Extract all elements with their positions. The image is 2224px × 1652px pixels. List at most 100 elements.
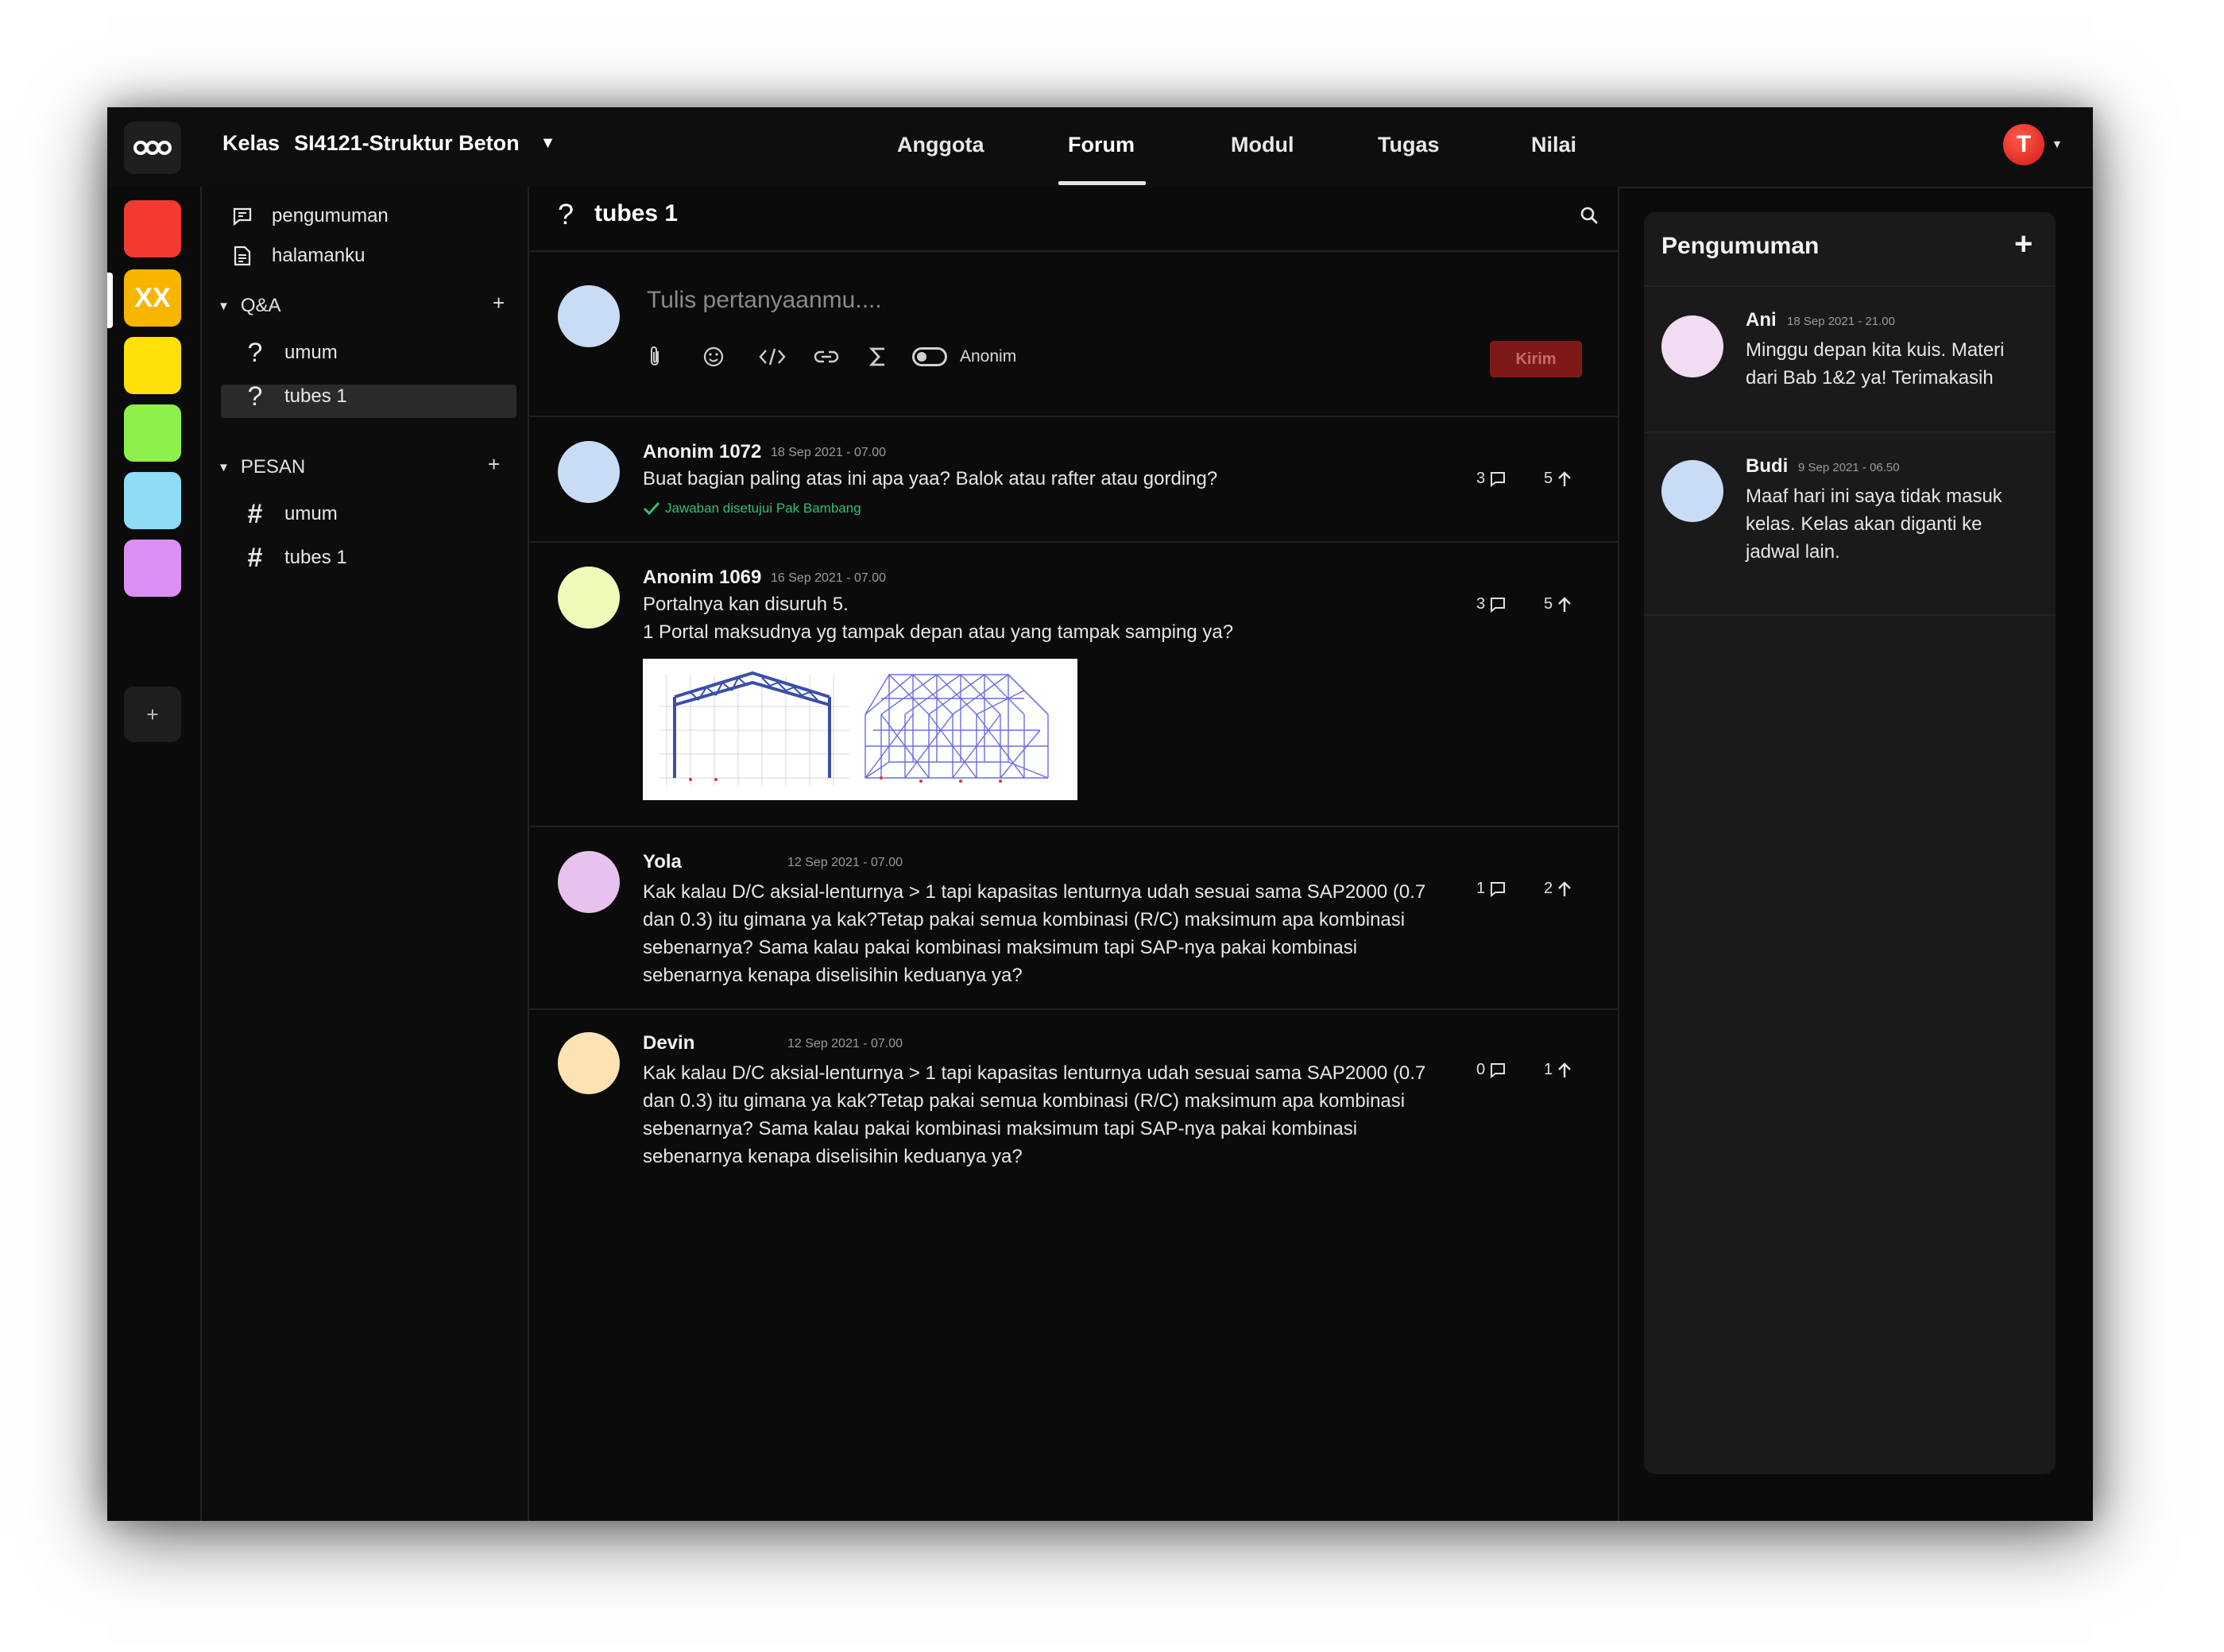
post-body: Buat bagian paling atas ini apa yaa? Bal… <box>643 468 1218 489</box>
avatar <box>558 441 620 503</box>
post-author: Anonim 1072 <box>643 441 762 462</box>
user-avatar[interactable]: T <box>2003 124 2044 165</box>
app-logo[interactable] <box>124 122 181 174</box>
user-menu-chevron-icon[interactable]: ▼ <box>2052 137 2063 150</box>
avatar <box>558 285 620 347</box>
comment-icon <box>1491 471 1506 487</box>
avatar <box>1661 460 1723 522</box>
sidebar-item-label: tubes 1 <box>284 385 347 407</box>
send-button[interactable]: Kirim <box>1490 341 1582 377</box>
announcement-author: Budi <box>1746 455 1789 477</box>
class-tile-red[interactable] <box>124 200 181 257</box>
sidebar-item-pesan-umum[interactable]: # umum <box>243 498 338 529</box>
post-item[interactable]: Devin 12 Sep 2021 - 07.00 Kak kalau D/C … <box>529 1010 1618 1193</box>
class-tile-label: XX <box>134 282 171 313</box>
reply-count-value: 1 <box>1476 880 1486 897</box>
avatar <box>558 1032 620 1094</box>
upvote-count[interactable]: 5 <box>1544 595 1572 613</box>
chevron-down-icon: ▼ <box>540 134 556 152</box>
add-class-button[interactable]: + <box>124 687 181 742</box>
add-pesan-button[interactable]: + <box>488 452 500 477</box>
code-icon[interactable] <box>758 341 814 373</box>
avatar <box>1661 315 1723 377</box>
emoji-icon[interactable] <box>702 341 758 373</box>
class-tile-yellow[interactable] <box>124 337 181 394</box>
comment-icon <box>1491 881 1506 897</box>
sidebar-item-halamanku[interactable]: halamanku <box>230 244 365 268</box>
sidebar-item-qa-umum[interactable]: ? umum <box>243 338 338 368</box>
upvote-count-value: 1 <box>1544 1061 1553 1078</box>
post-item[interactable]: Anonim 1072 18 Sep 2021 - 07.00 Buat bag… <box>529 417 1618 543</box>
post-timestamp: 18 Sep 2021 - 07.00 <box>771 446 887 459</box>
section-pesan[interactable]: ▼ PESAN <box>218 456 305 478</box>
course-label: Kelas <box>222 131 280 155</box>
announcement-timestamp: 18 Sep 2021 - 21.00 <box>1787 315 1895 328</box>
post-item[interactable]: Yola 12 Sep 2021 - 07.00 Kak kalau D/C a… <box>529 827 1618 1010</box>
sidebar-item-pesan-tubes1[interactable]: # tubes 1 <box>243 543 347 573</box>
comment-icon <box>1491 597 1506 613</box>
question-icon: ? <box>558 198 574 230</box>
upvote-count[interactable]: 5 <box>1544 470 1572 488</box>
post-body: Portalnya kan disuruh 5. 1 Portal maksud… <box>643 594 1234 643</box>
hash-icon: # <box>247 498 263 529</box>
class-tile-xx[interactable]: XX <box>124 269 181 327</box>
avatar <box>558 567 620 629</box>
upvote-count-value: 5 <box>1544 595 1553 613</box>
thread-header: ? tubes 1 <box>529 187 1618 252</box>
sigma-icon[interactable] <box>869 341 912 373</box>
tab-forum[interactable]: Forum <box>1068 133 1135 157</box>
divider <box>1644 285 2056 287</box>
sidebar-item-qa-tubes1[interactable]: ? tubes 1 <box>243 381 347 412</box>
forum-thread: ? tubes 1 Tulis pertanyaanmu.... Anonim … <box>529 187 1619 1521</box>
post-body: Kak kalau D/C aksial-lenturnya > 1 tapi … <box>643 881 1426 986</box>
question-input[interactable]: Tulis pertanyaanmu.... <box>647 287 882 314</box>
approved-badge: Jawaban disetujui Pak Bambang <box>643 501 861 516</box>
post-author: Yola <box>643 851 682 872</box>
app-window: Kelas SI4121-Struktur Beton ▼ Anggota Fo… <box>107 107 2093 1521</box>
collapse-triangle-icon: ▼ <box>218 460 230 474</box>
arrow-up-icon <box>1558 596 1571 612</box>
post-body: Kak kalau D/C aksial-lenturnya > 1 tapi … <box>643 1062 1426 1167</box>
reply-count[interactable]: 3 <box>1476 470 1506 488</box>
class-tile-blue[interactable] <box>124 472 181 529</box>
reply-count[interactable]: 1 <box>1476 880 1506 898</box>
post-attachment-image[interactable] <box>643 659 1077 800</box>
upvote-count[interactable]: 2 <box>1544 880 1572 898</box>
announcement-icon <box>230 204 254 228</box>
search-icon[interactable] <box>1580 206 1599 229</box>
add-announcement-button[interactable]: + <box>2014 226 2033 262</box>
active-class-indicator <box>107 273 113 328</box>
divider <box>1644 431 2056 433</box>
approved-text: Jawaban disetujui Pak Bambang <box>665 501 861 516</box>
section-label: Q&A <box>240 295 281 316</box>
post-item[interactable]: Anonim 1069 16 Sep 2021 - 07.00 Portalny… <box>529 543 1618 827</box>
attachment-icon[interactable] <box>647 341 702 373</box>
announcement-body: Maaf hari ini saya tidak masuk kelas. Ke… <box>1746 486 2002 563</box>
tab-nilai[interactable]: Nilai <box>1531 133 1576 157</box>
channel-sidebar: pengumuman halamanku ▼ Q&A + ? umum ? tu… <box>202 187 529 1521</box>
arrow-up-icon <box>1558 880 1571 896</box>
sidebar-item-pengumuman[interactable]: pengumuman <box>230 204 389 228</box>
class-tile-green[interactable] <box>124 404 181 462</box>
tab-tugas[interactable]: Tugas <box>1378 133 1440 157</box>
collapse-triangle-icon: ▼ <box>218 299 230 313</box>
anonymous-toggle[interactable] <box>912 347 947 366</box>
add-qa-button[interactable]: + <box>493 291 505 315</box>
reply-count-value: 0 <box>1476 1061 1486 1078</box>
tab-anggota[interactable]: Anggota <box>897 133 984 157</box>
link-icon[interactable] <box>814 341 869 373</box>
course-selector[interactable]: Kelas SI4121-Struktur Beton ▼ <box>222 131 555 156</box>
reply-count[interactable]: 3 <box>1476 595 1506 613</box>
sidebar-item-label: pengumuman <box>272 205 389 226</box>
compose-box: Tulis pertanyaanmu.... Anonim Kirim <box>529 252 1618 417</box>
class-tile-purple[interactable] <box>124 540 181 597</box>
upvote-count-value: 5 <box>1544 470 1553 487</box>
sidebar-item-label: tubes 1 <box>284 547 347 568</box>
check-icon <box>643 501 660 516</box>
reply-count[interactable]: 0 <box>1476 1061 1506 1079</box>
tab-modul[interactable]: Modul <box>1231 133 1294 157</box>
course-name: SI4121-Struktur Beton <box>294 131 520 155</box>
section-qa[interactable]: ▼ Q&A <box>218 295 281 317</box>
sidebar-item-label: halamanku <box>272 245 366 266</box>
upvote-count[interactable]: 1 <box>1544 1061 1572 1079</box>
